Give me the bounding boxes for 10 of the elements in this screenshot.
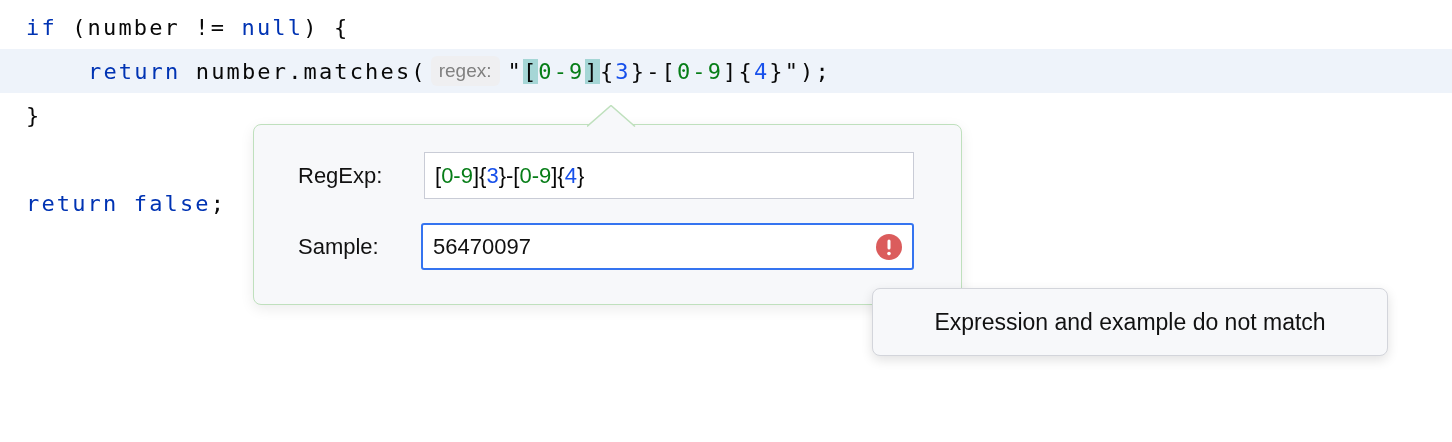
sample-label: Sample: xyxy=(297,233,380,260)
code-line: return false; xyxy=(26,190,227,216)
tooltip: Expression and example do not match xyxy=(872,288,1388,356)
sample-field[interactable]: 56470097 xyxy=(421,223,914,270)
code-line: return number.matches( regex: "[0-9]{3}-[0-9]{4}"); xyxy=(88,56,831,86)
regexp-label: RegExp: xyxy=(297,162,384,189)
code-line: } xyxy=(26,102,42,128)
regexp-field[interactable]: [0-9]{3}-[0-9]{4} xyxy=(424,152,914,199)
code-line: if (number != null) { xyxy=(26,14,350,40)
parameter-hint: regex: xyxy=(430,56,500,86)
